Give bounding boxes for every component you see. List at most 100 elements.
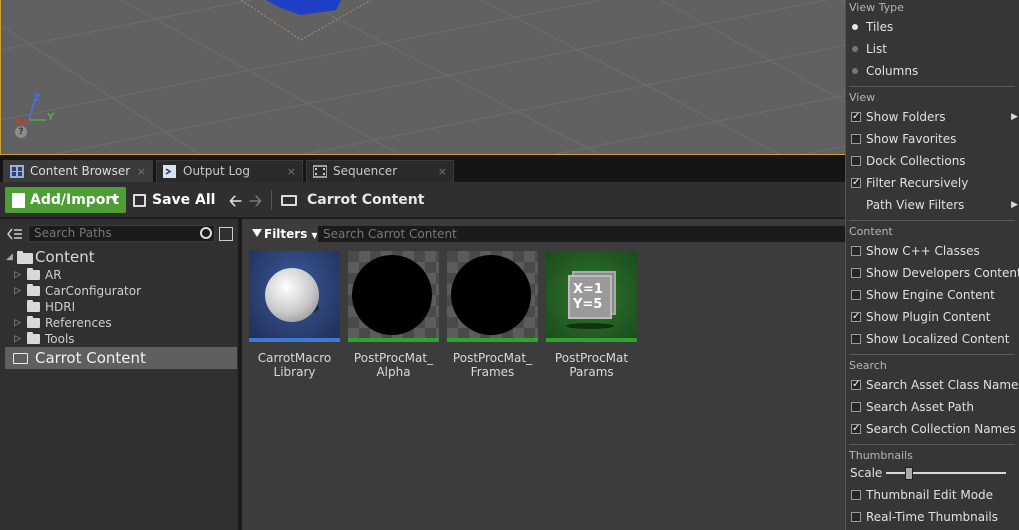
menu-item-label: Show Favorites <box>866 132 957 146</box>
menu-item-show-folders[interactable]: ✓ Show Folders ▶ <box>846 107 1019 127</box>
submenu-arrow-icon: ▶ <box>1011 112 1018 122</box>
collapsed-arrow-icon: ▷ <box>14 318 21 328</box>
asset-name: CarrotMacro Library <box>257 351 332 379</box>
menu-item-label: Path View Filters <box>866 198 965 212</box>
folder-icon <box>13 353 28 364</box>
asset-tile[interactable]: CarrotMacro Library <box>249 251 340 379</box>
menu-item-show-favorites[interactable]: Show Favorites <box>846 129 1019 149</box>
menu-item-path-view-filters[interactable]: Path View Filters ▶ <box>846 195 1019 215</box>
save-all-button[interactable]: Save All <box>133 187 215 213</box>
menu-item-show-cpp-classes[interactable]: Show C++ Classes <box>846 241 1019 261</box>
asset-thumbnail <box>447 251 538 342</box>
add-import-button[interactable]: Add/Import ▼ <box>5 187 126 213</box>
save-all-label: Save All <box>152 192 216 208</box>
menu-item-dock-collections[interactable]: Dock Collections <box>846 151 1019 171</box>
asset-name: PostProcMat Params <box>554 351 629 379</box>
toolbar-divider <box>271 190 272 210</box>
menu-item-list[interactable]: List <box>846 39 1019 59</box>
menu-item-search-asset-path[interactable]: Search Asset Path <box>846 397 1019 417</box>
asset-tile[interactable]: PostProcMat_ Alpha <box>348 251 439 379</box>
blue-mesh <box>266 0 341 15</box>
checkbox-checked-icon: ✓ <box>851 379 861 390</box>
asset-tile[interactable]: PostProcMat_ Frames <box>447 251 538 379</box>
asset-type-bar <box>546 338 637 342</box>
tree-item-label: CarConfigurator <box>45 284 142 298</box>
content-browser-icon <box>10 165 24 178</box>
tree-item-label: Content <box>35 248 95 266</box>
search-paths-input[interactable]: Search Paths <box>28 225 215 242</box>
menu-section-header: Thumbnails <box>849 449 913 462</box>
tab-sequencer[interactable]: Sequencer × <box>306 160 454 182</box>
forward-arrow-icon[interactable]: 🡢 <box>249 190 262 217</box>
tree-item-hdri[interactable]: HDRI <box>14 299 214 315</box>
menu-item-tiles[interactable]: Tiles <box>846 17 1019 37</box>
menu-section-header: Search <box>849 359 887 372</box>
tree-item-label: Carrot Content <box>35 349 146 367</box>
tree-item-references[interactable]: ▷ References <box>14 315 214 331</box>
scale-slider-handle[interactable] <box>905 467 913 480</box>
radio-icon <box>852 46 858 52</box>
collapse-sources-icon[interactable] <box>7 227 22 241</box>
folder-icon <box>27 284 40 296</box>
material-preview <box>352 255 432 335</box>
output-log-icon <box>163 165 176 178</box>
close-icon[interactable]: × <box>137 161 146 182</box>
search-content-input[interactable]: Search Carrot Content <box>317 225 857 243</box>
menu-divider <box>849 86 1015 87</box>
breadcrumb-label: Carrot Content <box>307 192 425 208</box>
sphere-icon <box>265 268 319 322</box>
search-content-placeholder: Search Carrot Content <box>323 227 457 241</box>
menu-item-label: Show Plugin Content <box>866 310 991 324</box>
tab-output-log[interactable]: Output Log × <box>156 160 303 182</box>
folder-icon <box>27 300 40 312</box>
close-icon[interactable]: × <box>438 161 447 182</box>
menu-item-columns[interactable]: Columns <box>846 61 1019 81</box>
asset-name: PostProcMat_ Alpha <box>353 351 434 379</box>
filters-button[interactable]: Filters ▼ <box>252 226 318 244</box>
params-icon-text: X=1 Y=5 <box>573 282 603 312</box>
help-icon[interactable]: ? <box>15 126 27 138</box>
tab-label: Sequencer <box>333 164 398 178</box>
expanded-arrow-icon: ◢ <box>6 252 13 262</box>
tree-item-carconfigurator[interactable]: ▷ CarConfigurator <box>14 283 214 299</box>
menu-divider <box>849 220 1015 221</box>
checkbox-icon <box>851 490 861 500</box>
asset-type-bar <box>348 338 439 342</box>
menu-item-search-asset-class-names[interactable]: ✓ Search Asset Class Names <box>846 375 1019 395</box>
menu-item-filter-recursively[interactable]: ✓ Filter Recursively <box>846 173 1019 193</box>
menu-item-real-time-thumbnails[interactable]: Real-Time Thumbnails <box>846 507 1019 527</box>
checkbox-icon <box>851 512 861 522</box>
tree-item-ar[interactable]: ▷ AR <box>14 267 214 283</box>
menu-section-header: View Type <box>849 1 904 14</box>
tree-item-content[interactable]: ◢ Content <box>6 249 226 265</box>
menu-section-header: Content <box>849 225 893 238</box>
menu-item-label: Search Collection Names <box>866 422 1016 436</box>
menu-item-label: Columns <box>866 64 919 78</box>
scale-slider[interactable] <box>886 472 1006 474</box>
breadcrumb[interactable]: Carrot Content <box>281 187 424 213</box>
tree-item-carrot-content[interactable]: Carrot Content <box>5 347 237 369</box>
asset-tile[interactable]: X=1 Y=5 PostProcMat Params <box>546 251 637 379</box>
close-icon[interactable]: × <box>287 161 296 182</box>
tab-content-browser[interactable]: Content Browser × <box>3 160 153 182</box>
search-icon <box>200 227 212 239</box>
menu-item-show-plugin-content[interactable]: ✓ Show Plugin Content <box>846 307 1019 327</box>
menu-item-search-collection-names[interactable]: ✓ Search Collection Names <box>846 419 1019 439</box>
folder-icon <box>27 268 40 280</box>
search-paths-placeholder: Search Paths <box>34 226 112 240</box>
checkbox-checked-icon: ✓ <box>851 111 861 122</box>
menu-item-show-developers-content[interactable]: Show Developers Content <box>846 263 1019 283</box>
menu-item-show-localized-content[interactable]: Show Localized Content <box>846 329 1019 349</box>
tree-item-tools[interactable]: ▷ Tools <box>14 331 214 347</box>
checkbox-icon <box>851 290 861 300</box>
back-arrow-icon[interactable]: 🡠 <box>229 190 242 217</box>
asset-name: PostProcMat_ Frames <box>452 351 533 379</box>
menu-item-show-engine-content[interactable]: Show Engine Content <box>846 285 1019 305</box>
menu-item-thumbnail-edit-mode[interactable]: Thumbnail Edit Mode <box>846 485 1019 505</box>
panel-options-icon[interactable] <box>219 227 233 241</box>
folder-icon <box>27 316 40 328</box>
filter-icon <box>252 229 262 237</box>
axis-y-label: Y <box>47 112 55 123</box>
menu-divider <box>849 444 1015 445</box>
asset-type-bar <box>447 338 538 342</box>
